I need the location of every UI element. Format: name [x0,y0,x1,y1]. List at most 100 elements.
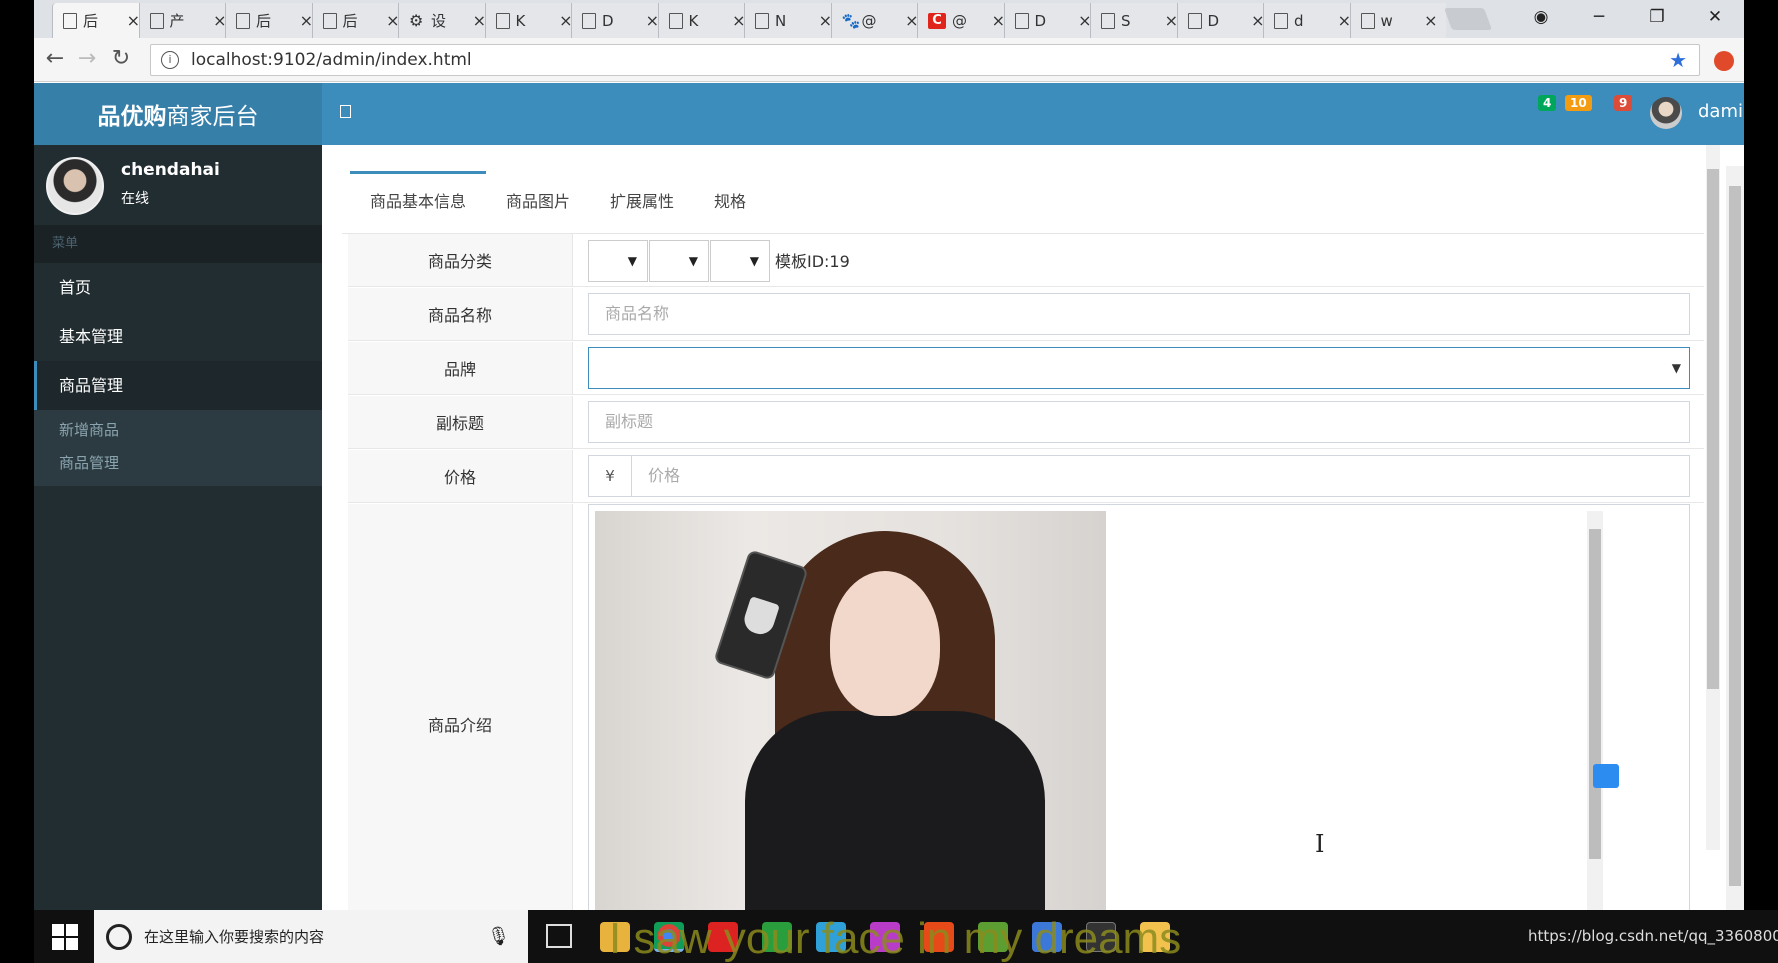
sidebar-user-name: chendahai [121,160,220,180]
close-window-button[interactable]: ✕ [1686,7,1744,27]
browser-tab-title: 产 [169,12,185,30]
browser-tab-title: K [688,11,699,30]
new-tab-button[interactable] [1443,8,1493,30]
browser-tab[interactable]: K × [657,3,754,38]
task-view-icon[interactable] [546,924,572,948]
browser-tab[interactable]: 后 × [225,3,321,38]
browser-tab-title: D [602,11,614,30]
category-level1-select[interactable]: ▼ [588,240,648,282]
sidebar: chendahai 在线 菜单 首页 基本管理 商品管理 新增商品 商品管理 [34,145,322,910]
badge-messages[interactable]: 4 [1538,95,1557,111]
browser-tab[interactable]: d × [1263,3,1359,38]
page-icon [1360,12,1375,29]
tab-basic-info[interactable]: 商品基本信息 [350,171,487,233]
text-cursor-icon: I [1315,830,1325,858]
cortana-icon[interactable] [106,923,132,950]
minimize-button[interactable]: ─ [1570,7,1628,27]
browser-window: 后 × 产 × 后 × 后 × ⚙ 设 × K × D × K × N × 🐾 @ × C @ × D × S × D × d × w × ◉ ─ … [34,0,1744,910]
info-icon[interactable]: i [161,51,179,69]
category-level3-select[interactable]: ▼ [710,240,770,282]
browser-tab[interactable]: 后 × [311,3,408,38]
template-id: 模板ID:19 [775,252,850,271]
row-brand: 品牌 ▼ [348,342,1704,395]
csdn-icon: C [928,12,946,29]
sidebar-item-home[interactable]: 首页 [34,263,322,312]
row-subtitle: 副标题 副标题 [348,396,1704,449]
admin-app: 品优购 商家后台 4 10 9 dami chendahai 在线 菜单 首页 基… [34,83,1744,910]
price-input[interactable]: 价格 [631,455,1690,497]
content-scrollbar[interactable] [1706,145,1720,850]
browser-tab[interactable]: D × [1176,3,1273,38]
tab-extended-attributes[interactable]: 扩展属性 [590,171,694,233]
goods-name-input[interactable]: 商品名称 [588,293,1690,335]
row-introduction: 商品介绍 I [348,504,1704,910]
browser-tab[interactable]: 后 × [52,3,148,38]
editor-widget-icon[interactable] [1593,764,1619,788]
brand-select[interactable]: ▼ [588,347,1690,389]
window-controls: ◉ ─ ❐ ✕ [1512,0,1744,34]
paw-icon: 🐾 [841,11,861,30]
blog-url-watermark: https://blog.csdn.net/qq_33608000 [1528,927,1778,945]
browser-tab[interactable]: K × [484,3,581,38]
profile-icon[interactable]: ◉ [1512,7,1570,27]
sidebar-subitem-add-goods[interactable]: 新增商品 [34,414,322,447]
browser-tab[interactable]: 产 × [138,3,235,38]
top-navbar: 4 10 9 dami [322,83,1744,145]
rich-text-editor[interactable]: I [588,504,1690,910]
subtitle-input[interactable]: 副标题 [588,401,1690,443]
tab-images[interactable]: 商品图片 [486,171,590,233]
product-photo [595,511,1106,910]
content-area: 商品基本信息 商品图片 扩展属性 规格 商品分类 ▼ ▼ ▼ 模板ID:19 商… [322,145,1744,910]
restore-button[interactable]: ❐ [1628,7,1686,27]
category-label: 商品分类 [348,234,573,286]
sidebar-subitem-goods-list[interactable]: 商品管理 [34,447,322,480]
taskbar-search[interactable]: 在这里输入你要搜索的内容 🎙 [94,910,528,963]
logo[interactable]: 品优购 商家后台 [34,83,322,145]
editor-scrollbar[interactable] [1587,511,1603,910]
browser-tab-title: D [1034,11,1047,30]
chevron-down-icon: ▼ [749,254,759,268]
sidebar-avatar [46,157,104,215]
page-icon [149,12,164,29]
page-icon [1101,12,1115,29]
browser-tab[interactable]: S × [1090,3,1186,38]
browser-tab-title: @ [861,11,877,30]
row-goods-name: 商品名称 商品名称 [348,288,1704,341]
sidebar-item-goods-management[interactable]: 商品管理 [34,361,322,410]
browser-tab[interactable]: D × [571,3,667,38]
back-button[interactable]: ← [40,46,70,71]
sidebar-item-basic-management[interactable]: 基本管理 [34,312,322,361]
bookmark-star-icon[interactable]: ★ [1669,48,1687,72]
introduction-label: 商品介绍 [348,504,573,910]
extension-icon[interactable] [1714,51,1734,71]
taskbar-search-placeholder: 在这里输入你要搜索的内容 [144,928,325,946]
browser-tab-title: 设 [431,12,447,30]
close-tab-icon[interactable]: × [1424,11,1437,30]
chevron-down-icon: ▼ [1671,361,1681,375]
address-bar[interactable]: i localhost:9102/admin/index.html ★ [150,44,1700,76]
browser-tab[interactable]: 🐾 @ × [830,3,927,38]
chevron-down-icon: ▼ [688,254,698,268]
page-icon [63,12,77,29]
tab-specifications[interactable]: 规格 [694,171,766,233]
browser-tab[interactable]: ⚙ 设 × [398,3,494,38]
goods-name-label: 商品名称 [348,288,573,340]
browser-tab[interactable]: w × [1349,3,1446,38]
category-level2-select[interactable]: ▼ [649,240,709,282]
badge-tasks[interactable]: 9 [1614,95,1633,111]
browser-tab[interactable]: D × [1003,3,1100,38]
user-avatar[interactable] [1650,97,1682,129]
sidebar-user-status: 在线 [121,191,149,207]
tab-strip: 后 × 产 × 后 × 后 × ⚙ 设 × K × D × K × N × 🐾 @ × C @ × D × S × D × d × w × ◉ ─ … [34,0,1744,38]
microphone-icon[interactable]: 🎙 [487,926,510,947]
reload-button[interactable]: ↻ [106,46,136,71]
sidebar-toggle-icon[interactable] [340,105,351,118]
browser-tab[interactable]: N × [744,3,840,38]
user-name[interactable]: dami [1698,101,1743,122]
badge-notifications[interactable]: 10 [1565,95,1592,111]
windows-start-icon[interactable] [52,924,78,950]
page-icon [322,12,337,29]
page-scrollbar[interactable] [1726,166,1744,910]
browser-tab[interactable]: C @ × [917,3,1013,38]
forward-button[interactable]: → [72,46,102,71]
